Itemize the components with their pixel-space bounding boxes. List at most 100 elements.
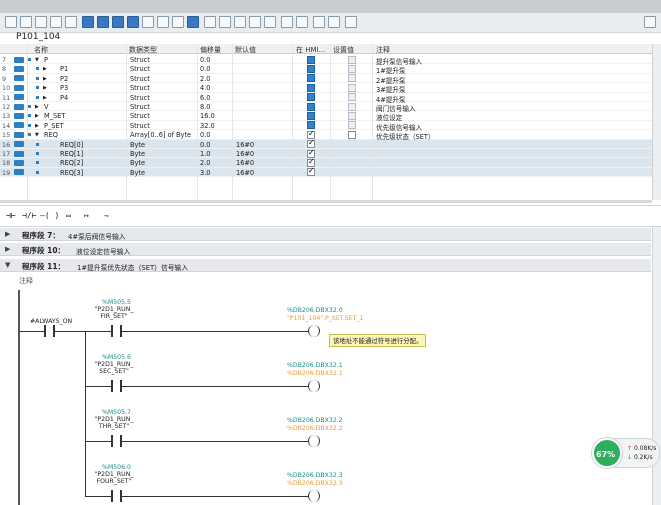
output-coil[interactable] [308, 380, 320, 392]
setvalue-checkbox[interactable] [348, 121, 356, 130]
var-name[interactable]: P2 [60, 75, 68, 83]
toolbar-button-4[interactable] [50, 16, 62, 28]
var-type[interactable]: Struct [130, 65, 150, 73]
table-row[interactable]: 10 ▶ P3 Struct 4.0 3#提升泵 [0, 83, 652, 94]
col-default[interactable]: 默认值 [235, 45, 256, 55]
toolbar-button-7[interactable] [97, 16, 109, 28]
setvalue-checkbox[interactable] [348, 111, 356, 120]
setvalue-checkbox[interactable] [348, 74, 356, 83]
var-name[interactable]: REQ[3] [60, 169, 83, 177]
coil-address[interactable]: %DB206.DBX32.0 [287, 307, 343, 314]
var-name[interactable]: V [44, 103, 49, 111]
var-type[interactable]: Struct [130, 122, 150, 130]
toolbar-button-21[interactable] [313, 16, 325, 28]
var-name[interactable]: P3 [60, 84, 68, 92]
toolbar-button-10[interactable] [142, 16, 154, 28]
expand-toggle[interactable]: ▶ [35, 113, 39, 119]
var-name[interactable]: REQ[2] [60, 159, 83, 167]
output-coil[interactable] [308, 325, 320, 337]
toolbar-button-23[interactable] [345, 16, 357, 28]
toolbar-button-1[interactable] [5, 16, 17, 28]
var-type[interactable]: Byte [130, 169, 145, 177]
table-row[interactable]: 12 ▶ V Struct 8.0 阀门信号输入 [0, 102, 652, 113]
expand-toggle[interactable]: ▼ [35, 57, 39, 63]
toolbar-button-3[interactable] [35, 16, 47, 28]
network-11[interactable]: ▼ 程序段 11： 1#提升泵优先状态（SET）信号输入 [0, 259, 651, 272]
output-coil[interactable] [308, 435, 320, 447]
var-name[interactable]: P [44, 56, 48, 64]
var-type[interactable]: Struct [130, 103, 150, 111]
setvalue-checkbox[interactable] [348, 93, 356, 102]
coil-address[interactable]: %DB206.DBX32.3 [287, 472, 343, 479]
box-icon[interactable]: ▭ [66, 211, 71, 220]
always-on-label[interactable]: #ALWAYS_ON [30, 318, 72, 325]
setvalue-checkbox[interactable] [348, 64, 356, 73]
toolbar-button-13[interactable] [187, 16, 199, 28]
coil-symbol[interactable]: "P101_104".P_SET.SET_1 [287, 315, 363, 322]
contact-symbol[interactable]: "P2D1_RUN_ FIR_SET" [92, 306, 136, 320]
setvalue-checkbox[interactable] [348, 55, 356, 64]
setvalue-checkbox[interactable] [348, 102, 356, 111]
toolbar-button-18[interactable] [264, 16, 276, 28]
col-offset[interactable]: 偏移量 [200, 45, 221, 55]
hmi-checkbox[interactable] [307, 93, 315, 102]
expand-toggle[interactable]: ▶ [43, 85, 47, 91]
expand-icon[interactable]: ▶ [5, 245, 10, 253]
var-type[interactable]: Array[0..6] of Byte [130, 131, 191, 139]
col-type[interactable]: 数据类型 [129, 45, 157, 55]
col-hmi[interactable]: 在 HMI... [296, 45, 325, 55]
expand-toggle[interactable]: ▶ [43, 95, 47, 101]
table-row[interactable]: 17 REQ[1] Byte 1.0 16#0 [0, 148, 652, 159]
no-contact-icon[interactable]: ⊣⊢ [6, 211, 16, 220]
collapse-icon[interactable]: ▼ [5, 261, 10, 269]
col-setvalue[interactable]: 设置值 [333, 45, 354, 55]
toolbar-button-end[interactable] [644, 16, 656, 28]
hmi-checkbox[interactable] [307, 166, 315, 177]
contact-address[interactable]: %M505.6 [102, 354, 131, 361]
toolbar-button-11[interactable] [157, 16, 169, 28]
contact-address[interactable]: %M506.0 [102, 464, 131, 471]
expand-toggle[interactable]: ▶ [43, 76, 47, 82]
table-row[interactable]: 13 ▶ M_SET Struct 16.0 液位设定 [0, 111, 652, 122]
hmi-checkbox[interactable] [307, 111, 315, 120]
toolbar-button-15[interactable] [219, 16, 231, 28]
var-name[interactable]: REQ [44, 131, 58, 139]
contact-address[interactable]: %M505.7 [102, 409, 131, 416]
table-row[interactable]: 8 ▶ P1 Struct 0.0 1#提升泵 [0, 64, 652, 75]
table-row[interactable]: 14 ▶ P_SET Struct 32.0 优先级信号输入 [0, 121, 652, 132]
hmi-checkbox[interactable] [307, 102, 315, 111]
table-row[interactable]: 11 ▶ P4 Struct 6.0 4#提升泵 [0, 93, 652, 104]
var-type[interactable]: Struct [130, 94, 150, 102]
table-row[interactable]: 7 ▼ P Struct 0.0 提升泵信号输入 [0, 55, 652, 66]
expand-toggle[interactable]: ▶ [35, 123, 39, 129]
output-coil[interactable] [308, 490, 320, 502]
contact-symbol[interactable]: "P2D1_RUN_ SEC_SET" [92, 361, 136, 375]
var-type[interactable]: Struct [130, 84, 150, 92]
table-row[interactable]: 9 ▶ P2 Struct 2.0 2#提升泵 [0, 74, 652, 85]
toolbar-button-2[interactable] [20, 16, 32, 28]
nc-contact-icon[interactable]: ⊣/⊢ [22, 211, 36, 220]
coil-address[interactable]: %DB206.DBX32.2 [287, 417, 343, 424]
var-name[interactable]: REQ[0] [60, 141, 83, 149]
coil-symbol[interactable]: %DB206.DBX32.3 [287, 480, 343, 487]
var-type[interactable]: Byte [130, 150, 145, 158]
contact-symbol[interactable]: "P2D1_RUN_ THR_SET" [92, 416, 136, 430]
toolbar-button-14[interactable] [204, 16, 216, 28]
toolbar-button-12[interactable] [172, 16, 184, 28]
hmi-checkbox[interactable] [307, 83, 315, 92]
hmi-checkbox[interactable] [307, 74, 315, 83]
var-type[interactable]: Struct [130, 112, 150, 120]
var-type[interactable]: Byte [130, 159, 145, 167]
table-row[interactable]: 15▼REQArray[0..6] of Byte0.0优先级状态（SET） [0, 129, 652, 141]
contact-symbol[interactable]: "P2D1_RUN_ FOUR_SET" [92, 471, 136, 485]
network-speed-widget[interactable]: 67% ↑ 0.08K/s ↓ 0.2K/s [592, 438, 660, 468]
var-name[interactable]: P_SET [44, 122, 64, 130]
network-comment-field[interactable]: 注释 [19, 276, 33, 286]
setvalue-checkbox[interactable] [348, 83, 356, 92]
toolbar-button-20[interactable] [296, 16, 308, 28]
coil-symbol[interactable]: %DB206.DBX32.1 [287, 370, 343, 377]
toolbar-button-8[interactable] [112, 16, 124, 28]
hmi-checkbox[interactable] [307, 64, 315, 73]
network-10[interactable]: ▶ 程序段 10： 液位设定信号输入 [0, 243, 651, 256]
expand-icon[interactable]: ▶ [5, 230, 10, 238]
